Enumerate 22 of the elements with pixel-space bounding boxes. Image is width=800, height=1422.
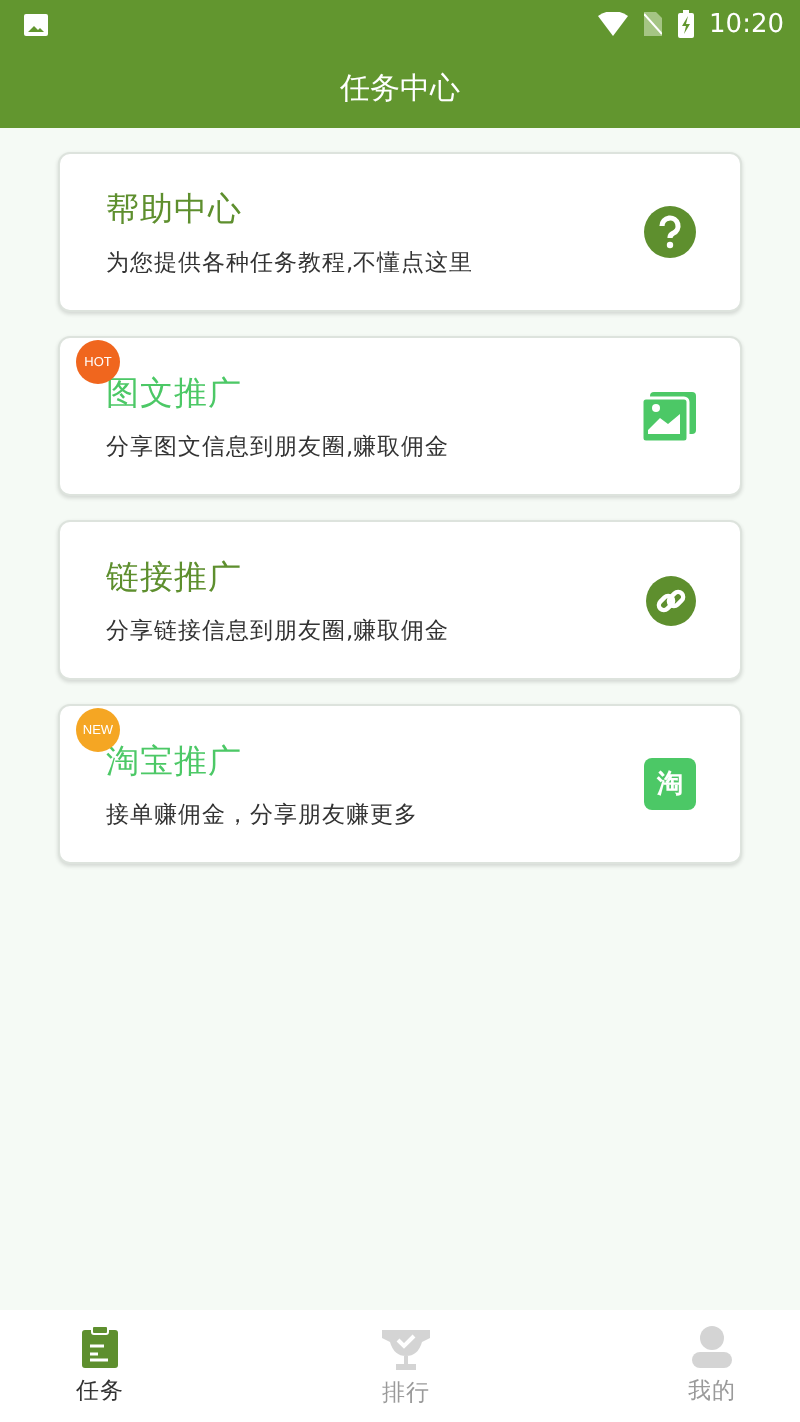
card-title: 链接推广	[106, 555, 244, 599]
person-icon	[692, 1326, 732, 1368]
image-icon	[24, 13, 48, 35]
task-card[interactable]: 链接推广 分享链接信息到朋友圈,赚取佣金	[58, 520, 742, 680]
nav-tab[interactable]: 任务	[48, 1310, 152, 1422]
question-icon	[644, 206, 696, 258]
wifi-icon	[597, 12, 628, 36]
card-subtitle: 分享链接信息到朋友圈,赚取佣金	[106, 615, 452, 645]
screen-title: 任务中心	[340, 69, 460, 107]
card-subtitle: 分享图文信息到朋友圈,赚取佣金	[106, 431, 452, 461]
status-time: 10:20	[709, 9, 784, 39]
battery-charging-icon	[677, 10, 694, 38]
link-icon	[646, 575, 696, 625]
clipboard-icon	[82, 1326, 118, 1368]
taobao-icon: 淘	[644, 758, 696, 810]
no-sim-icon	[643, 12, 662, 36]
task-card[interactable]: 帮助中心 为您提供各种任务教程,不懂点这里	[58, 152, 742, 312]
pictures-icon	[642, 391, 696, 441]
trophy-icon	[382, 1325, 430, 1369]
card-title: 帮助中心	[106, 187, 244, 231]
card-subtitle: 为您提供各种任务教程,不懂点这里	[106, 247, 476, 277]
card-subtitle: 接单赚佣金，分享朋友赚更多	[106, 799, 420, 829]
